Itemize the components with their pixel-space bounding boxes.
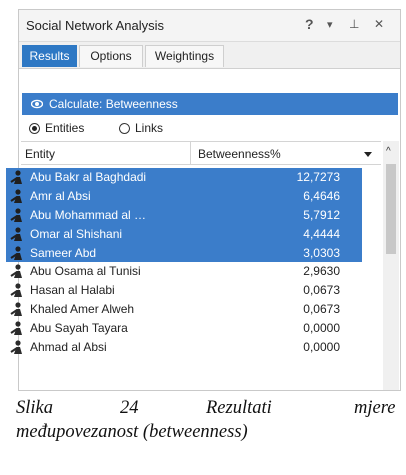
person-entity-icon (10, 245, 22, 260)
betweenness-value: 2,9630 (303, 264, 340, 279)
person-entity-icon (10, 170, 22, 184)
betweenness-value: 0,0000 (303, 340, 340, 355)
entity-name: Omar al Shishani (30, 226, 123, 241)
entity-name: Amr al Absi (30, 188, 91, 203)
panel-title: Social Network Analysis (26, 18, 164, 33)
tab-bar: Results Options Weightings (19, 42, 400, 69)
figure-caption: Slika 24 Rezultati mjere međupovezanost … (16, 396, 401, 444)
tab-results[interactable]: Results (22, 45, 77, 67)
person-entity-icon (10, 340, 22, 355)
table-row[interactable]: Amr al Absi 6,4646 (6, 186, 362, 206)
betweenness-value: 0,0000 (303, 321, 340, 336)
table-row[interactable]: Abu Bakr al Baghdadi 12,7273 (6, 168, 362, 187)
entities-label: Entities (45, 121, 85, 135)
column-divider (190, 142, 191, 164)
column-header-betweenness[interactable]: Betweenness% (198, 147, 281, 161)
caption-word-mjere: mjere (354, 398, 396, 418)
betweenness-value: 0,0673 (303, 302, 340, 317)
table-row[interactable]: Omar al Shishani 4,4444 (6, 224, 362, 244)
person-entity-icon (10, 283, 22, 298)
entities-radio[interactable] (29, 123, 40, 134)
table-row[interactable]: Ahmad al Absi 0,0000 (6, 338, 362, 357)
caption-word-slika: Slika (16, 398, 53, 418)
results-list: Abu Bakr al Baghdadi 12,7273 Amr al Absi 6,… (6, 168, 362, 357)
betweenness-value: 3,0303 (303, 245, 340, 260)
help-icon[interactable]: ? (305, 16, 314, 32)
person-entity-icon (10, 321, 22, 336)
sort-descending-icon[interactable] (364, 152, 372, 157)
person-entity-icon (10, 264, 22, 279)
person-entity-icon (10, 208, 22, 222)
entity-name: Abu Sayah Tayara (30, 321, 128, 336)
caption-word-number: 24 (120, 398, 139, 418)
table-row[interactable]: Abu Mohammad al … 5,7912 (6, 205, 362, 225)
entity-name: Hasan al Halabi (30, 283, 115, 298)
pin-icon[interactable]: ⊥ (349, 17, 359, 31)
scroll-up-icon[interactable]: ^ (386, 146, 391, 157)
person-entity-icon (10, 302, 22, 317)
betweenness-value: 12,7273 (296, 170, 340, 184)
betweenness-value: 4,4444 (303, 226, 340, 241)
caption-line-2: međupovezanost (betweenness) (16, 420, 401, 444)
entity-name: Khaled Amer Alweh (30, 302, 135, 317)
close-icon[interactable]: ✕ (374, 17, 384, 31)
person-entity-icon (10, 227, 22, 241)
betweenness-value: 5,7912 (303, 207, 340, 222)
links-radio[interactable] (119, 123, 130, 134)
links-label: Links (135, 121, 164, 135)
betweenness-value: 6,4646 (303, 188, 340, 203)
table-row[interactable]: Hasan al Halabi 0,0673 (6, 281, 362, 300)
table-row[interactable]: Sameer Abd 3,0303 (6, 243, 362, 263)
entity-name: Abu Mohammad al … (30, 207, 147, 222)
caption-line-2-text: međupovezanost (betweenness) (16, 422, 248, 442)
entity-name: Ahmad al Absi (30, 340, 107, 355)
entity-name: Abu Bakr al Baghdadi (30, 170, 147, 184)
betweenness-value: 0,0673 (303, 283, 340, 298)
panel-titlebar: Social Network Analysis ? ▾ ⊥ ✕ (19, 10, 400, 42)
entity-name: Abu Osama al Tunisi (30, 264, 141, 279)
table-header: Entity Betweenness% (21, 141, 381, 165)
column-header-entity[interactable]: Entity (25, 147, 55, 161)
caption-line-1: Slika 24 Rezultati mjere (16, 396, 401, 420)
entity-name: Sameer Abd (30, 245, 97, 260)
scroll-thumb[interactable] (386, 164, 396, 254)
caption-word-rezultati: Rezultati (206, 398, 272, 418)
calculate-label: Calculate: Betweenness (49, 97, 178, 111)
vertical-scrollbar[interactable]: ^ (383, 141, 399, 390)
table-row[interactable]: Abu Sayah Tayara 0,0000 (6, 319, 362, 338)
calculate-button[interactable]: Calculate: Betweenness (22, 93, 398, 115)
table-row[interactable]: Khaled Amer Alweh 0,0673 (6, 300, 362, 319)
tab-weightings[interactable]: Weightings (145, 45, 224, 67)
chevron-down-icon[interactable]: ▾ (327, 18, 333, 31)
eye-icon (31, 99, 43, 109)
tab-options[interactable]: Options (79, 45, 143, 67)
table-row[interactable]: Abu Osama al Tunisi 2,9630 (6, 262, 362, 281)
person-entity-icon (10, 189, 22, 203)
